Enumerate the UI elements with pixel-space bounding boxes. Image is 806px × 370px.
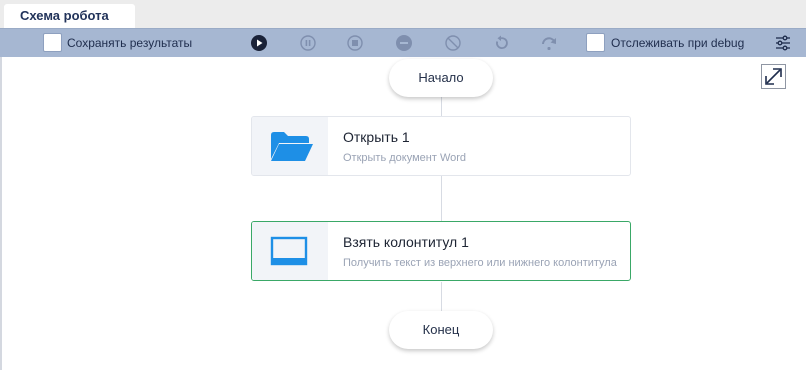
step-title: Открыть 1 bbox=[343, 129, 410, 145]
step-title: Взять колонтитул 1 bbox=[343, 234, 469, 250]
end-node[interactable]: Конец bbox=[389, 311, 493, 349]
step-card-get-header[interactable]: Взять колонтитул 1 Получить текст из вер… bbox=[251, 221, 631, 281]
redo-icon[interactable] bbox=[541, 35, 557, 51]
toolbar: Сохранять результаты Отслеживать при deb… bbox=[0, 28, 806, 57]
settings-sliders-icon[interactable] bbox=[775, 35, 791, 51]
tab-strip: Схема робота bbox=[0, 0, 806, 28]
expand-icon bbox=[765, 68, 782, 85]
step-subtitle: Открыть документ Word bbox=[343, 152, 467, 164]
step-icon-box bbox=[252, 222, 328, 280]
play-icon[interactable] bbox=[251, 35, 267, 51]
undo-icon[interactable] bbox=[493, 35, 509, 51]
minus-circle-icon[interactable] bbox=[396, 35, 412, 51]
tab-robot-scheme[interactable]: Схема робота bbox=[4, 4, 135, 28]
canvas-left-edge bbox=[0, 57, 2, 370]
expand-button[interactable] bbox=[761, 64, 786, 89]
track-debug-checkbox[interactable] bbox=[586, 33, 605, 52]
folder-icon bbox=[271, 132, 313, 161]
stop-icon[interactable] bbox=[347, 35, 363, 51]
pause-icon[interactable] bbox=[300, 35, 316, 51]
start-node[interactable]: Начало bbox=[389, 59, 493, 97]
save-results-label: Сохранять результаты bbox=[67, 36, 193, 50]
step-icon-box bbox=[252, 117, 328, 175]
connector-line bbox=[441, 282, 442, 311]
step-subtitle: Получить текст из верхнего или нижнего к… bbox=[343, 257, 617, 269]
save-results-checkbox[interactable] bbox=[43, 33, 62, 52]
step-card-open[interactable]: Открыть 1 Открыть документ Word bbox=[251, 116, 631, 176]
monitor-icon bbox=[270, 236, 308, 266]
block-icon[interactable] bbox=[445, 35, 461, 51]
connector-line bbox=[441, 97, 442, 116]
track-debug-label: Отслеживать при debug bbox=[611, 36, 745, 50]
connector-line bbox=[441, 176, 442, 221]
